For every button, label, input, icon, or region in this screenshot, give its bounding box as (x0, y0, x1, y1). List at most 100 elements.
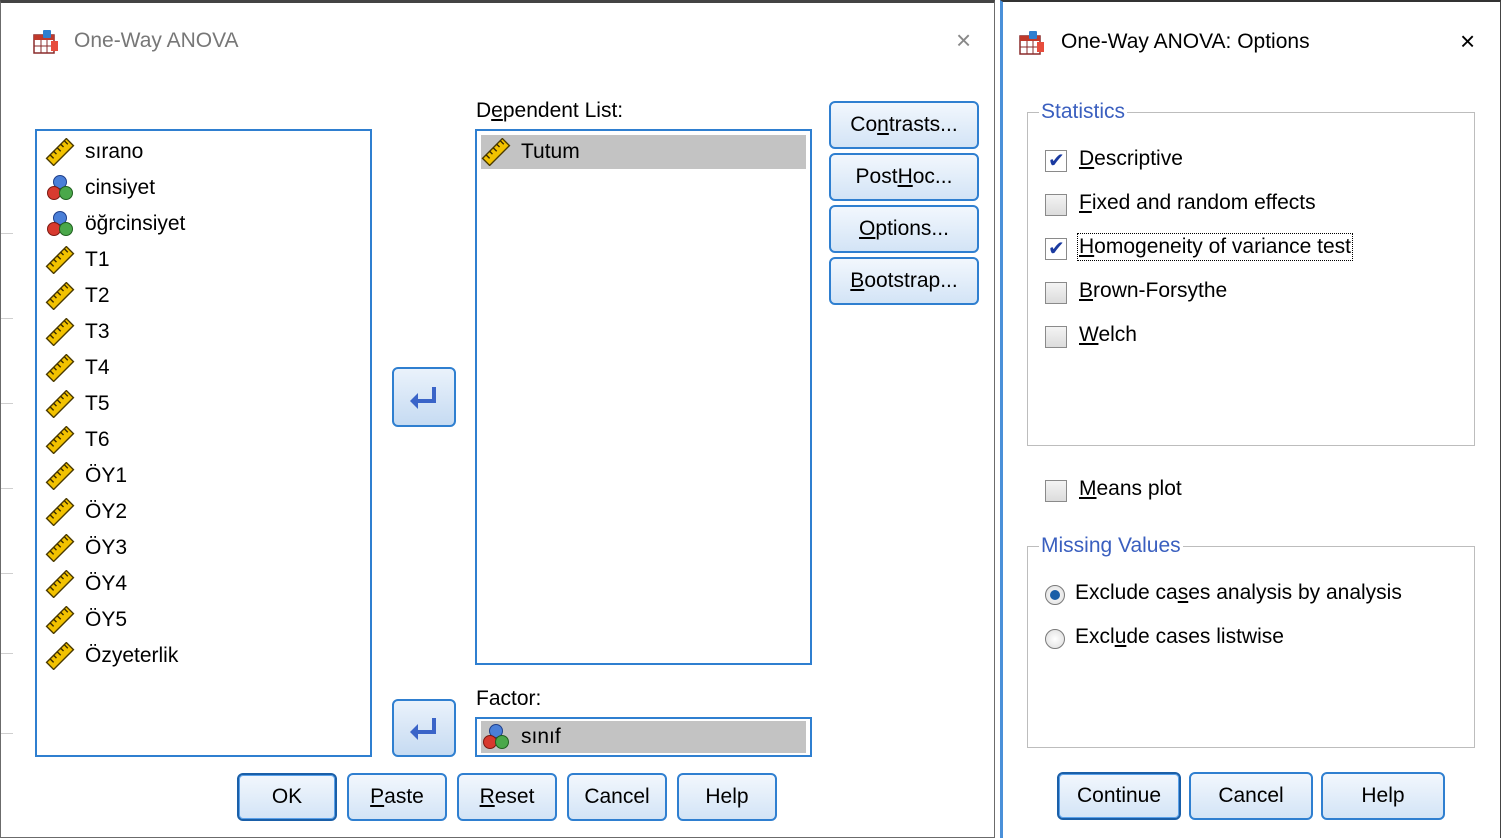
app-icon (1019, 30, 1045, 56)
options-close-icon[interactable]: × (1460, 28, 1475, 54)
ruler-icon (45, 605, 75, 635)
ruler-icon (45, 461, 75, 491)
fixed-random-effects-checkbox[interactable] (1045, 194, 1067, 216)
list-item[interactable]: T3 (45, 315, 110, 349)
bootstrap-button[interactable]: Bootstrap... (829, 257, 979, 305)
list-item[interactable]: T4 (45, 351, 110, 385)
nominal-icon (45, 210, 75, 238)
means-plot-label[interactable]: Means plot (1079, 477, 1182, 501)
welch-label[interactable]: Welch (1079, 323, 1137, 347)
dependent-variable-name: Tutum (521, 140, 580, 163)
variable-name: ÖY5 (85, 608, 128, 631)
checkmark-icon: ✔ (1048, 236, 1065, 260)
dependent-list-box[interactable]: Tutum (475, 129, 812, 665)
help-button[interactable]: Help (677, 773, 777, 821)
ruler-icon (45, 353, 75, 383)
main-close-icon[interactable]: × (956, 27, 971, 53)
factor-item[interactable]: sınıf (481, 721, 806, 753)
exclude-analysis-by-analysis-label[interactable]: Exclude cases analysis by analysis (1075, 581, 1402, 605)
list-item[interactable]: ÖY2 (45, 495, 127, 529)
continue-button[interactable]: Continue (1057, 772, 1181, 820)
ruler-icon (45, 497, 75, 527)
brown-forsythe-checkbox[interactable] (1045, 282, 1067, 304)
checkmark-icon: ✔ (1048, 148, 1065, 172)
variable-name: T1 (85, 248, 110, 271)
list-item[interactable]: T1 (45, 243, 110, 277)
ruler-icon (45, 281, 75, 311)
options-cancel-button[interactable]: Cancel (1189, 772, 1313, 820)
brown-forsythe-label[interactable]: Brown-Forsythe (1079, 279, 1227, 303)
contrasts-button[interactable]: Co n trasts... (829, 101, 979, 149)
arrow-icon (410, 718, 436, 740)
statistics-group-label: Statistics (1039, 100, 1128, 124)
fixed-random-effects-label[interactable]: Fixed and random effects (1079, 191, 1316, 215)
variable-name: ÖY4 (85, 572, 128, 595)
list-item[interactable]: cinsiyet (45, 171, 155, 205)
variable-name: T4 (85, 356, 110, 379)
ruler-icon (45, 641, 75, 671)
radio-dot-icon (1050, 590, 1060, 600)
move-to-factor-button[interactable] (392, 699, 456, 757)
variable-name: T5 (85, 392, 110, 415)
options-dialog-title: One-Way ANOVA: Options (1061, 30, 1310, 53)
ruler-icon (45, 245, 75, 275)
factor-label: Factor: (476, 687, 542, 710)
options-help-button[interactable]: Help (1321, 772, 1445, 820)
variable-name: T2 (85, 284, 110, 307)
one-way-anova-dialog: One-Way ANOVA × sırano cinsiyet öğrcinsiye… (0, 0, 995, 838)
ruler-icon (45, 569, 75, 599)
exclude-listwise-radio[interactable] (1045, 629, 1065, 649)
variable-name: Özyeterlik (85, 644, 179, 667)
list-item[interactable]: sırano (45, 135, 143, 169)
ruler-icon (481, 137, 511, 167)
arrow-icon (410, 387, 436, 409)
list-item[interactable]: ÖY4 (45, 567, 127, 601)
nominal-icon (45, 174, 75, 202)
list-item[interactable]: T6 (45, 423, 110, 457)
list-item[interactable]: Özyeterlik (45, 639, 178, 673)
variable-name: cinsiyet (85, 176, 156, 199)
list-item[interactable]: ÖY5 (45, 603, 127, 637)
nominal-icon (481, 723, 511, 751)
ruler-icon (45, 317, 75, 347)
cancel-button[interactable]: Cancel (567, 773, 667, 821)
options-button[interactable]: Options... (829, 205, 979, 253)
list-item[interactable]: Tutum (481, 135, 806, 169)
variable-name: ÖY3 (85, 536, 128, 559)
dependent-list-label: Dependent List: (476, 99, 624, 122)
app-icon (33, 29, 59, 55)
welch-checkbox[interactable] (1045, 326, 1067, 348)
factor-variable-name: sınıf (521, 725, 561, 748)
means-plot-checkbox[interactable] (1045, 480, 1067, 502)
ruler-icon (45, 533, 75, 563)
list-item[interactable]: T2 (45, 279, 110, 313)
ok-button[interactable]: OK (237, 773, 337, 821)
variable-name: öğrcinsiyet (85, 212, 186, 235)
list-item[interactable]: T5 (45, 387, 110, 421)
post-hoc-button[interactable]: Post Hoc... (829, 153, 979, 201)
missing-values-group-label: Missing Values (1039, 534, 1183, 558)
reset-button[interactable]: Reset (457, 773, 557, 821)
ruler-icon (45, 425, 75, 455)
list-item[interactable]: öğrcinsiyet (45, 207, 185, 241)
main-dialog-title: One-Way ANOVA (74, 29, 239, 52)
variable-name: ÖY2 (85, 500, 128, 523)
move-to-dependent-button[interactable] (392, 367, 456, 427)
variable-name: T3 (85, 320, 110, 343)
descriptive-checkbox[interactable]: ✔ (1045, 148, 1067, 172)
homogeneity-test-label[interactable]: Homogeneity of variance test (1077, 233, 1353, 261)
factor-box[interactable]: sınıf (475, 717, 812, 757)
list-item[interactable]: ÖY3 (45, 531, 127, 565)
list-item[interactable]: ÖY1 (45, 459, 127, 493)
ruler-icon (45, 137, 75, 167)
ruler-icon (45, 389, 75, 419)
variable-name: T6 (85, 428, 110, 451)
variable-name: ÖY1 (85, 464, 128, 487)
descriptive-label[interactable]: Descriptive (1079, 147, 1183, 171)
homogeneity-test-checkbox[interactable]: ✔ (1045, 236, 1067, 260)
exclude-analysis-by-analysis-radio[interactable] (1045, 585, 1065, 605)
exclude-listwise-label[interactable]: Exclude cases listwise (1075, 625, 1284, 649)
paste-button[interactable]: Paste (347, 773, 447, 821)
source-variable-list[interactable]: sırano cinsiyet öğrcinsiyet T1 T2 T3 T4 T5 T6 ÖY1… (35, 129, 372, 757)
options-dialog: One-Way ANOVA: Options × Statistics ✔ Des… (1000, 0, 1501, 838)
